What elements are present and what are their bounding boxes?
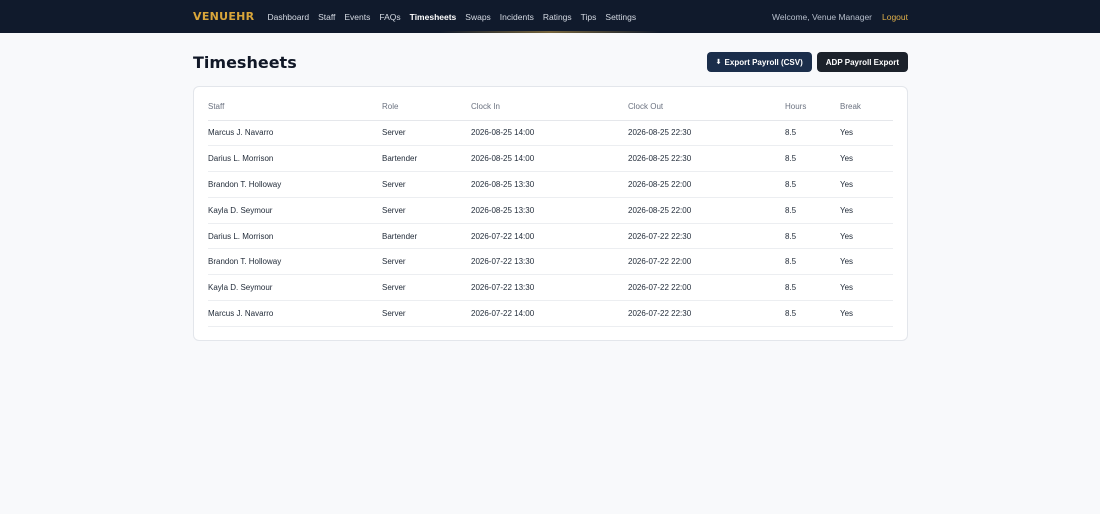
logout-link[interactable]: Logout xyxy=(882,12,908,22)
nav-user-area: Welcome, Venue Manager Logout xyxy=(772,12,908,22)
nav-link-incidents[interactable]: Incidents xyxy=(500,12,534,22)
cell-clock-out: 2026-07-22 22:30 xyxy=(628,300,785,327)
table-header-row: Staff Role Clock In Clock Out Hours Brea… xyxy=(208,87,893,121)
cell-hours: 8.5 xyxy=(785,274,840,302)
cell-break: Yes xyxy=(840,171,893,198)
column-header-role[interactable]: Role xyxy=(382,87,471,121)
cell-staff: Brandon T. Holloway xyxy=(208,248,382,276)
cell-clock-in: 2026-07-22 14:00 xyxy=(471,223,628,250)
cell-break: Yes xyxy=(840,300,893,327)
nav-link-dashboard[interactable]: Dashboard xyxy=(267,12,309,22)
nav-link-ratings[interactable]: Ratings xyxy=(543,12,572,22)
cell-role: Bartender xyxy=(382,223,471,250)
cell-clock-in: 2026-07-22 14:00 xyxy=(471,300,628,327)
column-header-clock-out[interactable]: Clock Out xyxy=(628,87,785,121)
brand-logo[interactable]: VENUEHR xyxy=(193,10,254,23)
table-row[interactable]: Kayla D. Seymour Server 2026-07-22 13:30… xyxy=(208,274,893,302)
cell-break: Yes xyxy=(840,248,893,276)
timesheets-table: Staff Role Clock In Clock Out Hours Brea… xyxy=(208,87,893,327)
cell-break: Yes xyxy=(840,197,893,224)
cell-break: Yes xyxy=(840,274,893,302)
column-header-break[interactable]: Break xyxy=(840,87,893,121)
nav-links: Dashboard Staff Events FAQs Timesheets S… xyxy=(267,12,645,22)
cell-clock-in: 2026-07-22 13:30 xyxy=(471,274,628,302)
table-row[interactable]: Kayla D. Seymour Server 2026-08-25 13:30… xyxy=(208,197,893,224)
cell-break: Yes xyxy=(840,223,893,250)
cell-staff: Darius L. Morrison xyxy=(208,145,382,173)
nav-link-staff[interactable]: Staff xyxy=(318,12,335,22)
cell-clock-out: 2026-08-25 22:00 xyxy=(628,197,785,224)
cell-hours: 8.5 xyxy=(785,171,840,198)
nav-link-tips[interactable]: Tips xyxy=(581,12,597,22)
table-row[interactable]: Brandon T. Holloway Server 2026-08-25 13… xyxy=(208,171,893,198)
adp-payroll-export-label: ADP Payroll Export xyxy=(825,57,899,67)
cell-clock-in: 2026-08-25 13:30 xyxy=(471,197,628,224)
table-row[interactable]: Marcus J. Navarro Server 2026-07-22 14:0… xyxy=(208,300,893,327)
cell-clock-out: 2026-08-25 22:00 xyxy=(628,171,785,198)
cell-clock-out: 2026-07-22 22:30 xyxy=(628,223,785,250)
nav-link-swaps[interactable]: Swaps xyxy=(465,12,491,22)
cell-clock-in: 2026-07-22 13:30 xyxy=(471,248,628,276)
page-title: Timesheets xyxy=(193,52,297,72)
timesheets-card: Staff Role Clock In Clock Out Hours Brea… xyxy=(193,86,908,341)
export-payroll-csv-button[interactable]: ⬇ Export Payroll (CSV) xyxy=(706,52,812,72)
top-navbar: VENUEHR Dashboard Staff Events FAQs Time… xyxy=(0,0,1100,33)
cell-role: Server xyxy=(382,197,471,224)
cell-role: Server xyxy=(382,120,471,147)
cell-staff: Marcus J. Navarro xyxy=(208,120,382,147)
nav-link-faqs[interactable]: FAQs xyxy=(379,12,400,22)
nav-link-events[interactable]: Events xyxy=(344,12,370,22)
nav-link-timesheets[interactable]: Timesheets xyxy=(410,12,457,22)
cell-clock-in: 2026-08-25 14:00 xyxy=(471,120,628,147)
cell-role: Server xyxy=(382,300,471,327)
export-payroll-csv-label: Export Payroll (CSV) xyxy=(724,57,803,67)
nav-link-settings[interactable]: Settings xyxy=(605,12,636,22)
cell-clock-out: 2026-08-25 22:30 xyxy=(628,120,785,147)
cell-hours: 8.5 xyxy=(785,145,840,173)
cell-clock-in: 2026-08-25 14:00 xyxy=(471,145,628,173)
cell-hours: 8.5 xyxy=(785,120,840,147)
cell-role: Server xyxy=(382,248,471,276)
cell-clock-out: 2026-08-25 22:30 xyxy=(628,145,785,173)
adp-payroll-export-button[interactable]: ADP Payroll Export xyxy=(816,52,908,72)
column-header-hours[interactable]: Hours xyxy=(785,87,840,121)
table-row[interactable]: Brandon T. Holloway Server 2026-07-22 13… xyxy=(208,248,893,276)
cell-staff: Darius L. Morrison xyxy=(208,223,382,250)
cell-hours: 8.5 xyxy=(785,197,840,224)
cell-clock-in: 2026-08-25 13:30 xyxy=(471,171,628,198)
cell-break: Yes xyxy=(840,120,893,147)
cell-clock-out: 2026-07-22 22:00 xyxy=(628,274,785,302)
table-row[interactable]: Marcus J. Navarro Server 2026-08-25 14:0… xyxy=(208,120,893,147)
cell-staff: Kayla D. Seymour xyxy=(208,274,382,302)
welcome-text: Welcome, Venue Manager xyxy=(771,11,872,22)
cell-staff: Brandon T. Holloway xyxy=(208,171,382,198)
cell-role: Server xyxy=(382,274,471,302)
cell-hours: 8.5 xyxy=(785,300,840,327)
cell-break: Yes xyxy=(840,145,893,173)
page-header: Timesheets ⬇ Export Payroll (CSV) ADP Pa… xyxy=(0,52,1100,72)
column-header-staff[interactable]: Staff xyxy=(208,87,382,121)
cell-staff: Marcus J. Navarro xyxy=(208,300,382,327)
cell-hours: 8.5 xyxy=(785,223,840,250)
cell-hours: 8.5 xyxy=(785,248,840,276)
header-actions: ⬇ Export Payroll (CSV) ADP Payroll Expor… xyxy=(706,52,908,72)
cell-role: Bartender xyxy=(382,145,471,173)
cell-clock-out: 2026-07-22 22:00 xyxy=(628,248,785,276)
table-row[interactable]: Darius L. Morrison Bartender 2026-07-22 … xyxy=(208,223,893,250)
cell-staff: Kayla D. Seymour xyxy=(208,197,382,224)
column-header-clock-in[interactable]: Clock In xyxy=(471,87,628,121)
download-icon: ⬇ xyxy=(715,59,722,66)
table-row[interactable]: Darius L. Morrison Bartender 2026-08-25 … xyxy=(208,145,893,173)
cell-role: Server xyxy=(382,171,471,198)
